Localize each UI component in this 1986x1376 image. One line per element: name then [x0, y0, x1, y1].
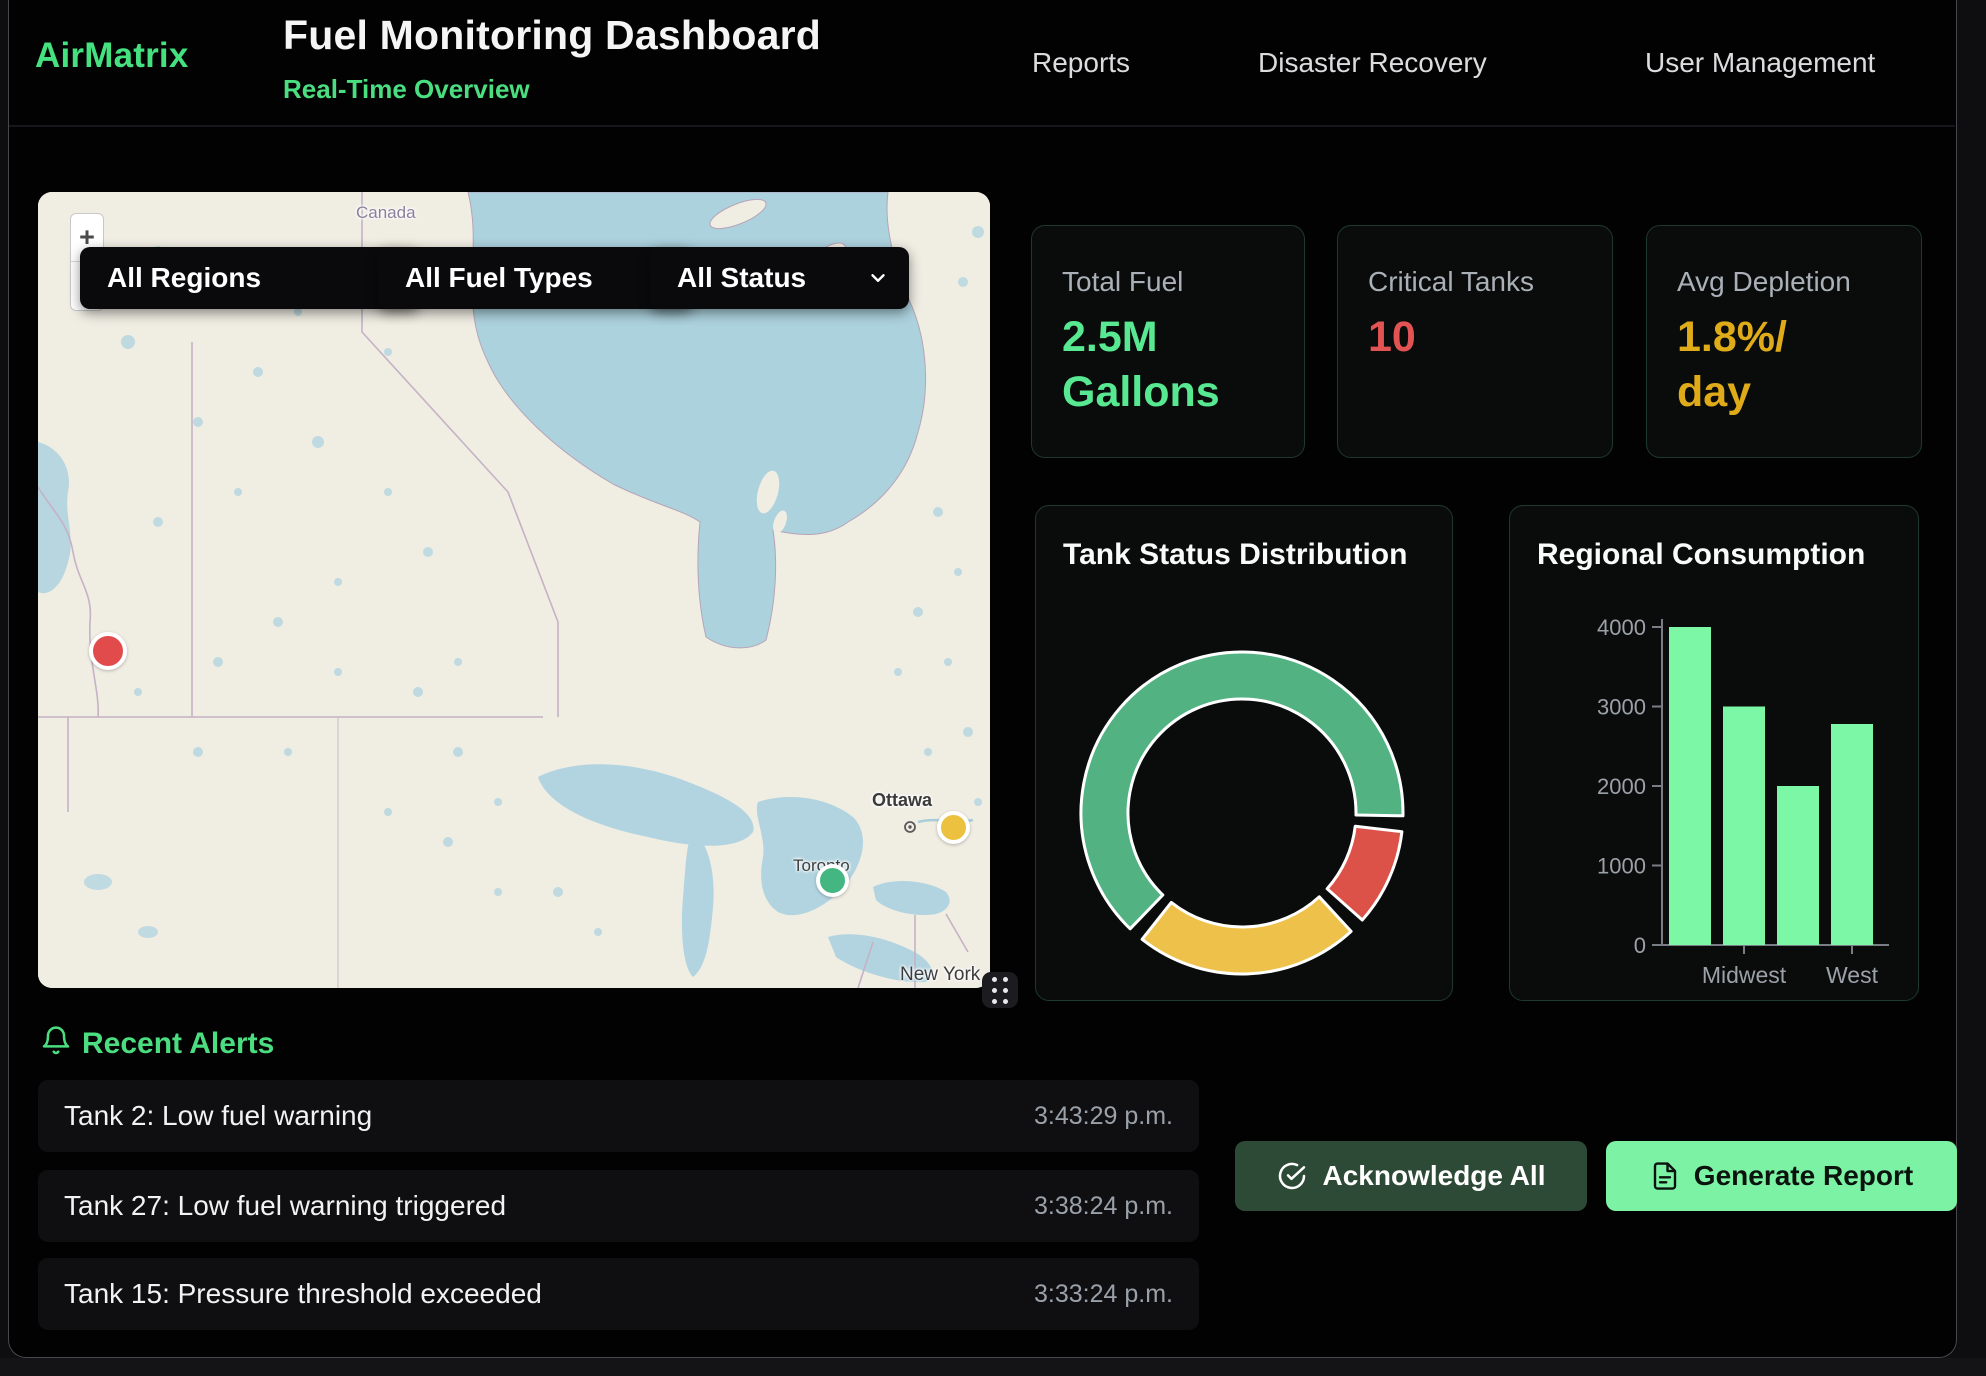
svg-text:2000: 2000 [1597, 774, 1646, 799]
tank-status-title: Tank Status Distribution [1063, 538, 1407, 572]
fuel-type-filter-value: All Fuel Types [405, 262, 593, 294]
fuel-map[interactable]: Canada Ottawa Toronto New York [38, 192, 990, 988]
region-filter-dropdown[interactable]: All Regions [80, 247, 419, 309]
map-label-canada: Canada [356, 203, 416, 223]
header-divider [9, 125, 1955, 127]
recent-alerts-title: Recent Alerts [82, 1027, 274, 1061]
regional-consumption-bar-chart: 0 1000 2000 3000 4000 Midwest West [1509, 505, 1919, 1001]
stat-label: Avg Depletion [1677, 266, 1891, 298]
page-subtitle: Real-Time Overview [283, 74, 530, 105]
nav-disaster-recovery[interactable]: Disaster Recovery [1258, 47, 1487, 79]
tank-marker-critical[interactable] [89, 632, 127, 670]
stat-label: Total Fuel [1062, 266, 1274, 298]
svg-text:3000: 3000 [1597, 695, 1646, 720]
svg-text:0: 0 [1634, 933, 1646, 958]
generate-report-label: Generate Report [1694, 1160, 1913, 1192]
brand-logo: AirMatrix [35, 36, 189, 76]
alert-row[interactable]: Tank 2: Low fuel warning 3:43:29 p.m. [38, 1080, 1199, 1152]
alert-time: 3:43:29 p.m. [1034, 1102, 1173, 1131]
stat-card-avg-depletion: Avg Depletion 1.8%/ day [1646, 225, 1922, 458]
svg-text:1000: 1000 [1597, 854, 1646, 879]
alert-row[interactable]: Tank 15: Pressure threshold exceeded 3:3… [38, 1258, 1199, 1330]
alert-text: Tank 27: Low fuel warning triggered [64, 1190, 506, 1222]
chevron-down-icon [867, 267, 889, 289]
file-report-icon [1650, 1160, 1680, 1192]
alert-row[interactable]: Tank 27: Low fuel warning triggered 3:38… [38, 1170, 1199, 1242]
alert-time: 3:38:24 p.m. [1034, 1192, 1173, 1221]
generate-report-button[interactable]: Generate Report [1606, 1141, 1957, 1211]
bell-icon [40, 1024, 72, 1058]
tank-marker-warning[interactable] [937, 811, 970, 844]
stat-label: Critical Tanks [1368, 266, 1582, 298]
nav-reports[interactable]: Reports [1032, 47, 1130, 79]
alert-text: Tank 2: Low fuel warning [64, 1100, 372, 1132]
stat-card-total-fuel: Total Fuel 2.5M Gallons [1031, 225, 1305, 458]
map-label-ottawa: Ottawa [872, 790, 932, 811]
svg-text:4000: 4000 [1597, 615, 1646, 640]
tank-status-donut [1072, 643, 1412, 983]
nav-user-management[interactable]: User Management [1645, 47, 1875, 79]
stat-value: 10 [1368, 310, 1582, 365]
map-resize-grip[interactable] [982, 972, 1018, 1008]
svg-text:Midwest: Midwest [1702, 962, 1787, 988]
tank-marker-normal[interactable] [816, 864, 849, 897]
alert-time: 3:33:24 p.m. [1034, 1280, 1173, 1309]
acknowledge-all-label: Acknowledge All [1322, 1160, 1545, 1192]
stat-value: 2.5M Gallons [1062, 310, 1274, 420]
map-label-new-york: New York [900, 964, 980, 986]
stat-value: 1.8%/ day [1677, 310, 1891, 420]
fuel-monitoring-dashboard: AirMatrix Fuel Monitoring Dashboard Real… [0, 0, 1986, 1376]
svg-text:West: West [1826, 962, 1879, 988]
page-title: Fuel Monitoring Dashboard [283, 12, 821, 59]
status-filter-dropdown[interactable]: All Status [650, 247, 909, 309]
check-circle-icon [1276, 1160, 1308, 1192]
region-filter-value: All Regions [107, 262, 261, 294]
alert-text: Tank 15: Pressure threshold exceeded [64, 1278, 542, 1310]
acknowledge-all-button[interactable]: Acknowledge All [1235, 1141, 1587, 1211]
fuel-type-filter-dropdown[interactable]: All Fuel Types [378, 247, 693, 309]
status-filter-value: All Status [677, 262, 806, 294]
bottom-strip [0, 1358, 1986, 1376]
stat-card-critical-tanks: Critical Tanks 10 [1337, 225, 1613, 458]
